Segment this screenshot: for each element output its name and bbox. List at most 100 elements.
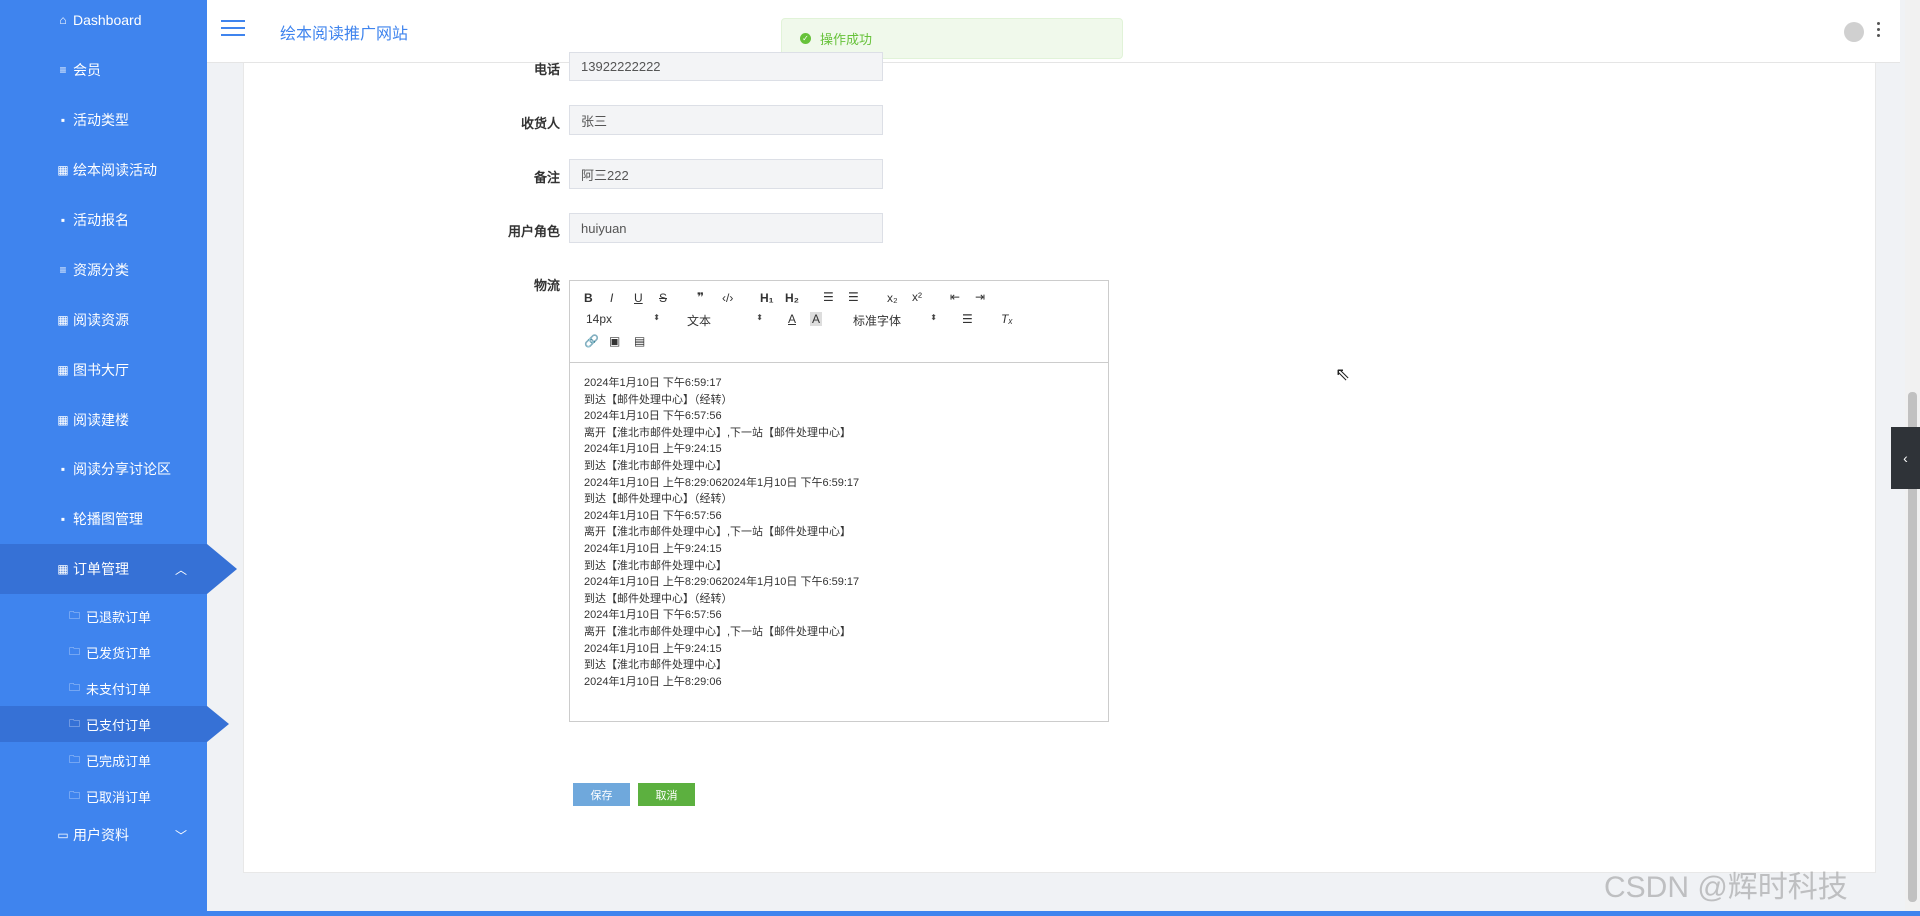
select-arrows-icon: ⬍ — [653, 313, 660, 322]
role-field[interactable]: huiyuan — [569, 213, 883, 243]
bold-icon[interactable]: B — [584, 291, 593, 305]
sidebar-item-resource-categories[interactable]: ≡ 资源分类 — [0, 245, 207, 295]
clear-format-icon[interactable]: Tₓ — [1001, 312, 1013, 326]
underline-icon[interactable]: U — [634, 291, 643, 305]
sidebar-item-dashboard[interactable]: ⌂ Dashboard — [0, 0, 207, 45]
outdent-icon[interactable]: ⇤ — [950, 290, 960, 304]
sidebar-item-discussion[interactable]: ▪ 阅读分享讨论区 — [0, 444, 207, 494]
phone-field[interactable]: 13922222222 — [569, 52, 883, 81]
more-vertical-icon[interactable] — [1875, 22, 1881, 40]
editor-line: 到达【邮件处理中心】（经转） — [584, 493, 733, 506]
folder-icon: 🗀 — [69, 609, 80, 622]
sidebar-subitem-label: 已发货订单 — [86, 645, 152, 661]
editor-line: 到达【淮北市邮件处理中心】 — [584, 459, 727, 472]
monitor-icon: ▪ — [60, 512, 66, 526]
superscript-icon[interactable]: x² — [912, 290, 922, 304]
select-arrows-icon: ⬍ — [756, 313, 763, 322]
sidebar-subitem-paid[interactable]: 🗀 已支付订单 — [0, 706, 229, 742]
grid-icon: ▦ — [57, 163, 69, 177]
sidebar-subitem-completed[interactable]: 🗀 已完成订单 — [0, 742, 207, 778]
bullet-list-icon[interactable]: ☰ — [848, 290, 859, 304]
comment-icon: ▪ — [60, 213, 66, 227]
sidebar-item-book-hall[interactable]: ▦ 图书大厅 — [0, 345, 207, 395]
sidebar-item-activity-signup[interactable]: ▪ 活动报名 — [0, 195, 207, 245]
ordered-list-icon[interactable]: ☰ — [823, 290, 834, 304]
folder-icon: 🗀 — [69, 681, 80, 694]
editor-line: 2024年1月10日 下午6:57:56 — [584, 609, 722, 622]
editor-line: 到达【邮件处理中心】（经转） — [584, 393, 733, 406]
sidebar-item-reading-building[interactable]: ▦ 阅读建楼 — [0, 395, 207, 445]
video-icon[interactable]: ▤ — [634, 334, 645, 348]
menu-toggle-icon[interactable] — [221, 20, 245, 38]
cancel-button[interactable]: 取消 — [638, 783, 695, 806]
align-icon[interactable]: ☰ — [962, 312, 973, 326]
editor-line: 2024年1月10日 上午9:24:15 — [584, 642, 722, 655]
image-icon[interactable]: ▣ — [609, 334, 620, 348]
toast-message: 操作成功 — [820, 32, 873, 47]
indent-icon[interactable]: ⇥ — [975, 290, 985, 304]
sidebar-item-label: Dashboard — [73, 12, 142, 28]
editor-toolbar: B I U S ❞ ‹/› H₁ H₂ ☰ ☰ x₂ x² ⇤ ⇥ 14px ⬍… — [570, 281, 1108, 363]
sidebar-subitem-refunded[interactable]: 🗀 已退款订单 — [0, 598, 207, 634]
sidebar-subitem-label: 未支付订单 — [86, 681, 152, 697]
sidebar-item-reading-activities[interactable]: ▦ 绘本阅读活动 — [0, 145, 207, 195]
sidebar-subitem-label: 已支付订单 — [86, 717, 152, 733]
image-icon: ▪ — [60, 462, 66, 476]
list-icon: ≡ — [59, 263, 67, 277]
monitor-icon: ▪ — [60, 113, 66, 127]
text-type-select[interactable]: 文本 ⬍ — [687, 312, 763, 329]
folder-icon: 🗀 — [69, 645, 80, 658]
sidebar-item-label: 活动报名 — [73, 212, 129, 228]
sidebar-item-members[interactable]: ≡ 会员 — [0, 45, 207, 95]
editor-line: 2024年1月10日 下午6:57:56 — [584, 410, 722, 423]
remark-field[interactable]: 阿三222 — [569, 159, 883, 189]
logistics-label: 物流 — [533, 278, 560, 293]
sidebar-subitem-label: 已退款订单 — [86, 609, 152, 625]
link-icon[interactable]: 🔗 — [584, 334, 599, 348]
sidebar-subitem-label: 已取消订单 — [86, 789, 152, 805]
sidebar-item-label: 资源分类 — [73, 262, 129, 278]
folder-icon: 🗀 — [69, 789, 80, 802]
avatar[interactable] — [1844, 22, 1864, 42]
sidebar-subitem-unpaid[interactable]: 🗀 未支付订单 — [0, 670, 207, 706]
sidebar-item-carousel[interactable]: ▪ 轮播图管理 — [0, 494, 207, 544]
receiver-field[interactable]: 张三 — [569, 105, 883, 135]
text-color-icon[interactable]: A — [788, 312, 796, 326]
editor-line: 2024年1月10日 上午8:29:06 — [584, 675, 722, 688]
sidebar-item-label: 轮播图管理 — [73, 511, 143, 527]
list-icon: ≡ — [59, 63, 67, 77]
background-color-icon[interactable]: A — [810, 312, 823, 326]
text-type-value: 文本 — [687, 314, 712, 328]
site-title: 绘本阅读推广网站 — [280, 26, 409, 43]
heading2-icon[interactable]: H₂ — [785, 291, 799, 305]
sidebar-subitem-cancelled[interactable]: 🗀 已取消订单 — [0, 778, 207, 814]
folder-icon: 🗀 — [69, 717, 80, 730]
editor-line: 离开【淮北市邮件处理中心】,下一站【邮件处理中心】 — [584, 426, 852, 439]
top-header: 绘本阅读推广网站 ✓ 操作成功 — [207, 0, 1900, 63]
sidebar-item-orders[interactable]: ▦ 订单管理 ︿ — [0, 544, 237, 594]
quote-icon[interactable]: ❞ — [697, 290, 704, 304]
save-button[interactable]: 保存 — [573, 783, 630, 806]
receiver-label: 收货人 — [520, 116, 560, 131]
editor-line: 2024年1月10日 上午9:24:15 — [584, 542, 722, 555]
subscript-icon[interactable]: x₂ — [887, 291, 898, 305]
sidebar-item-label: 阅读资源 — [73, 312, 129, 328]
sidebar-item-reading-resources[interactable]: ▦ 阅读资源 — [0, 295, 207, 345]
check-circle-icon: ✓ — [800, 33, 811, 44]
sidebar-item-label: 活动类型 — [73, 112, 129, 128]
strikethrough-icon[interactable]: S — [659, 291, 667, 305]
font-family-select[interactable]: 标准字体 ⬍ — [853, 312, 937, 329]
sidebar: ⌂ Dashboard ≡ 会员 ▪ 活动类型 ▦ 绘本阅读活动 ▪ 活动报名 … — [0, 0, 237, 916]
editor-line: 2024年1月10日 下午6:59:17 — [584, 377, 722, 389]
chevron-down-icon: ﹀ — [174, 828, 187, 843]
font-size-select[interactable]: 14px ⬍ — [586, 312, 660, 326]
italic-icon[interactable]: I — [610, 291, 613, 305]
chevron-left-icon[interactable]: ‹ — [1891, 427, 1920, 489]
editor-content[interactable]: 2024年1月10日 下午6:59:17 到达【邮件处理中心】（经转） 2024年1… — [570, 363, 1108, 702]
sidebar-item-label: 绘本阅读活动 — [73, 162, 157, 178]
sidebar-subitem-shipped[interactable]: 🗀 已发货订单 — [0, 634, 207, 670]
code-icon[interactable]: ‹/› — [722, 291, 733, 305]
sidebar-item-activity-types[interactable]: ▪ 活动类型 — [0, 95, 207, 145]
heading1-icon[interactable]: H₁ — [760, 291, 774, 305]
sidebar-item-user-info[interactable]: ▭ 用户资料 ﹀ — [0, 810, 207, 860]
